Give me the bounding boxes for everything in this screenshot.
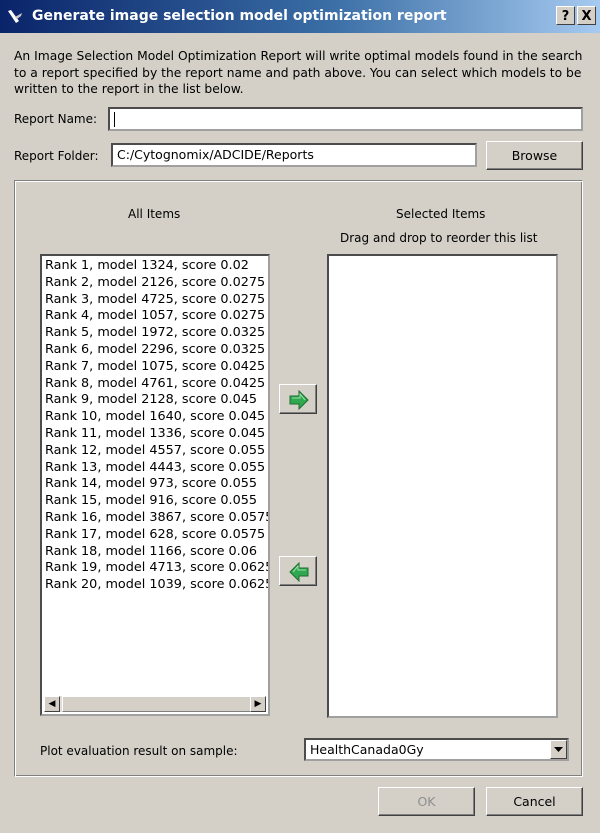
cancel-button[interactable]: Cancel — [486, 787, 583, 816]
list-item[interactable]: Rank 20, model 1039, score 0.0625 — [42, 577, 268, 594]
dropdown-button[interactable] — [550, 740, 567, 759]
all-items-header: All Items — [128, 207, 181, 221]
list-item[interactable]: Rank 18, model 1166, score 0.06 — [42, 544, 268, 561]
description-text: An Image Selection Model Optimization Re… — [14, 49, 583, 96]
window-title: Generate image selection model optimizat… — [32, 8, 447, 24]
plot-sample-select[interactable]: HealthCanada0Gy — [304, 738, 569, 761]
horizontal-scrollbar[interactable]: ◀ ▶ — [44, 696, 266, 712]
title-bar: Generate image selection model optimizat… — [0, 0, 600, 33]
plot-sample-value: HealthCanada0Gy — [310, 742, 424, 757]
scroll-thumb[interactable] — [62, 696, 252, 712]
list-item[interactable]: Rank 13, model 4443, score 0.055 — [42, 460, 268, 477]
add-to-selected-button[interactable] — [279, 384, 317, 414]
all-items-container: Rank 1, model 1324, score 0.02 Rank 2, mo… — [42, 256, 268, 594]
text-caret — [114, 112, 115, 127]
report-folder-input[interactable]: C:/Cytognomix/ADCIDE/Reports — [111, 143, 477, 167]
list-item[interactable]: Rank 11, model 1336, score 0.045 — [42, 426, 268, 443]
ok-button[interactable]: OK — [378, 787, 475, 816]
list-item[interactable]: Rank 19, model 4713, score 0.0625 — [42, 560, 268, 577]
list-item[interactable]: Rank 5, model 1972, score 0.0325 — [42, 325, 268, 342]
report-name-label: Report Name: — [14, 112, 98, 126]
remove-from-selected-button[interactable] — [279, 556, 317, 586]
selected-items-subheader: Drag and drop to reorder this list — [340, 231, 538, 245]
selected-items-list[interactable] — [327, 254, 558, 718]
close-button[interactable]: X — [577, 6, 596, 25]
report-name-input[interactable] — [108, 107, 583, 131]
chevron-down-icon — [551, 746, 566, 761]
list-item[interactable]: Rank 14, model 973, score 0.055 — [42, 476, 268, 493]
scroll-right-button[interactable]: ▶ — [250, 696, 266, 712]
list-item[interactable]: Rank 4, model 1057, score 0.0275 — [42, 308, 268, 325]
list-item[interactable]: Rank 16, model 3867, score 0.0575 — [42, 510, 268, 527]
list-item[interactable]: Rank 9, model 2128, score 0.045 — [42, 392, 268, 409]
list-item[interactable]: Rank 3, model 4725, score 0.0275 — [42, 292, 268, 309]
list-item[interactable]: Rank 17, model 628, score 0.0575 — [42, 527, 268, 544]
list-item[interactable]: Rank 10, model 1640, score 0.045 — [42, 409, 268, 426]
list-item[interactable]: Rank 8, model 4761, score 0.0425 — [42, 376, 268, 393]
all-items-list[interactable]: Rank 1, model 1324, score 0.02 Rank 2, mo… — [40, 254, 270, 716]
app-icon — [6, 8, 24, 26]
list-item[interactable]: Rank 6, model 2296, score 0.0325 — [42, 342, 268, 359]
list-item[interactable]: Rank 12, model 4557, score 0.055 — [42, 443, 268, 460]
list-item[interactable]: Rank 15, model 916, score 0.055 — [42, 493, 268, 510]
selected-items-header: Selected Items — [396, 207, 486, 221]
report-folder-label: Report Folder: — [14, 149, 99, 163]
scroll-left-button[interactable]: ◀ — [44, 696, 60, 712]
list-item[interactable]: Rank 7, model 1075, score 0.0425 — [42, 359, 268, 376]
plot-sample-label: Plot evaluation result on sample: — [40, 744, 238, 758]
list-item[interactable]: Rank 2, model 2126, score 0.0275 — [42, 275, 268, 292]
browse-button[interactable]: Browse — [486, 141, 583, 170]
help-button[interactable]: ? — [556, 6, 575, 25]
list-item[interactable]: Rank 1, model 1324, score 0.02 — [42, 258, 268, 275]
